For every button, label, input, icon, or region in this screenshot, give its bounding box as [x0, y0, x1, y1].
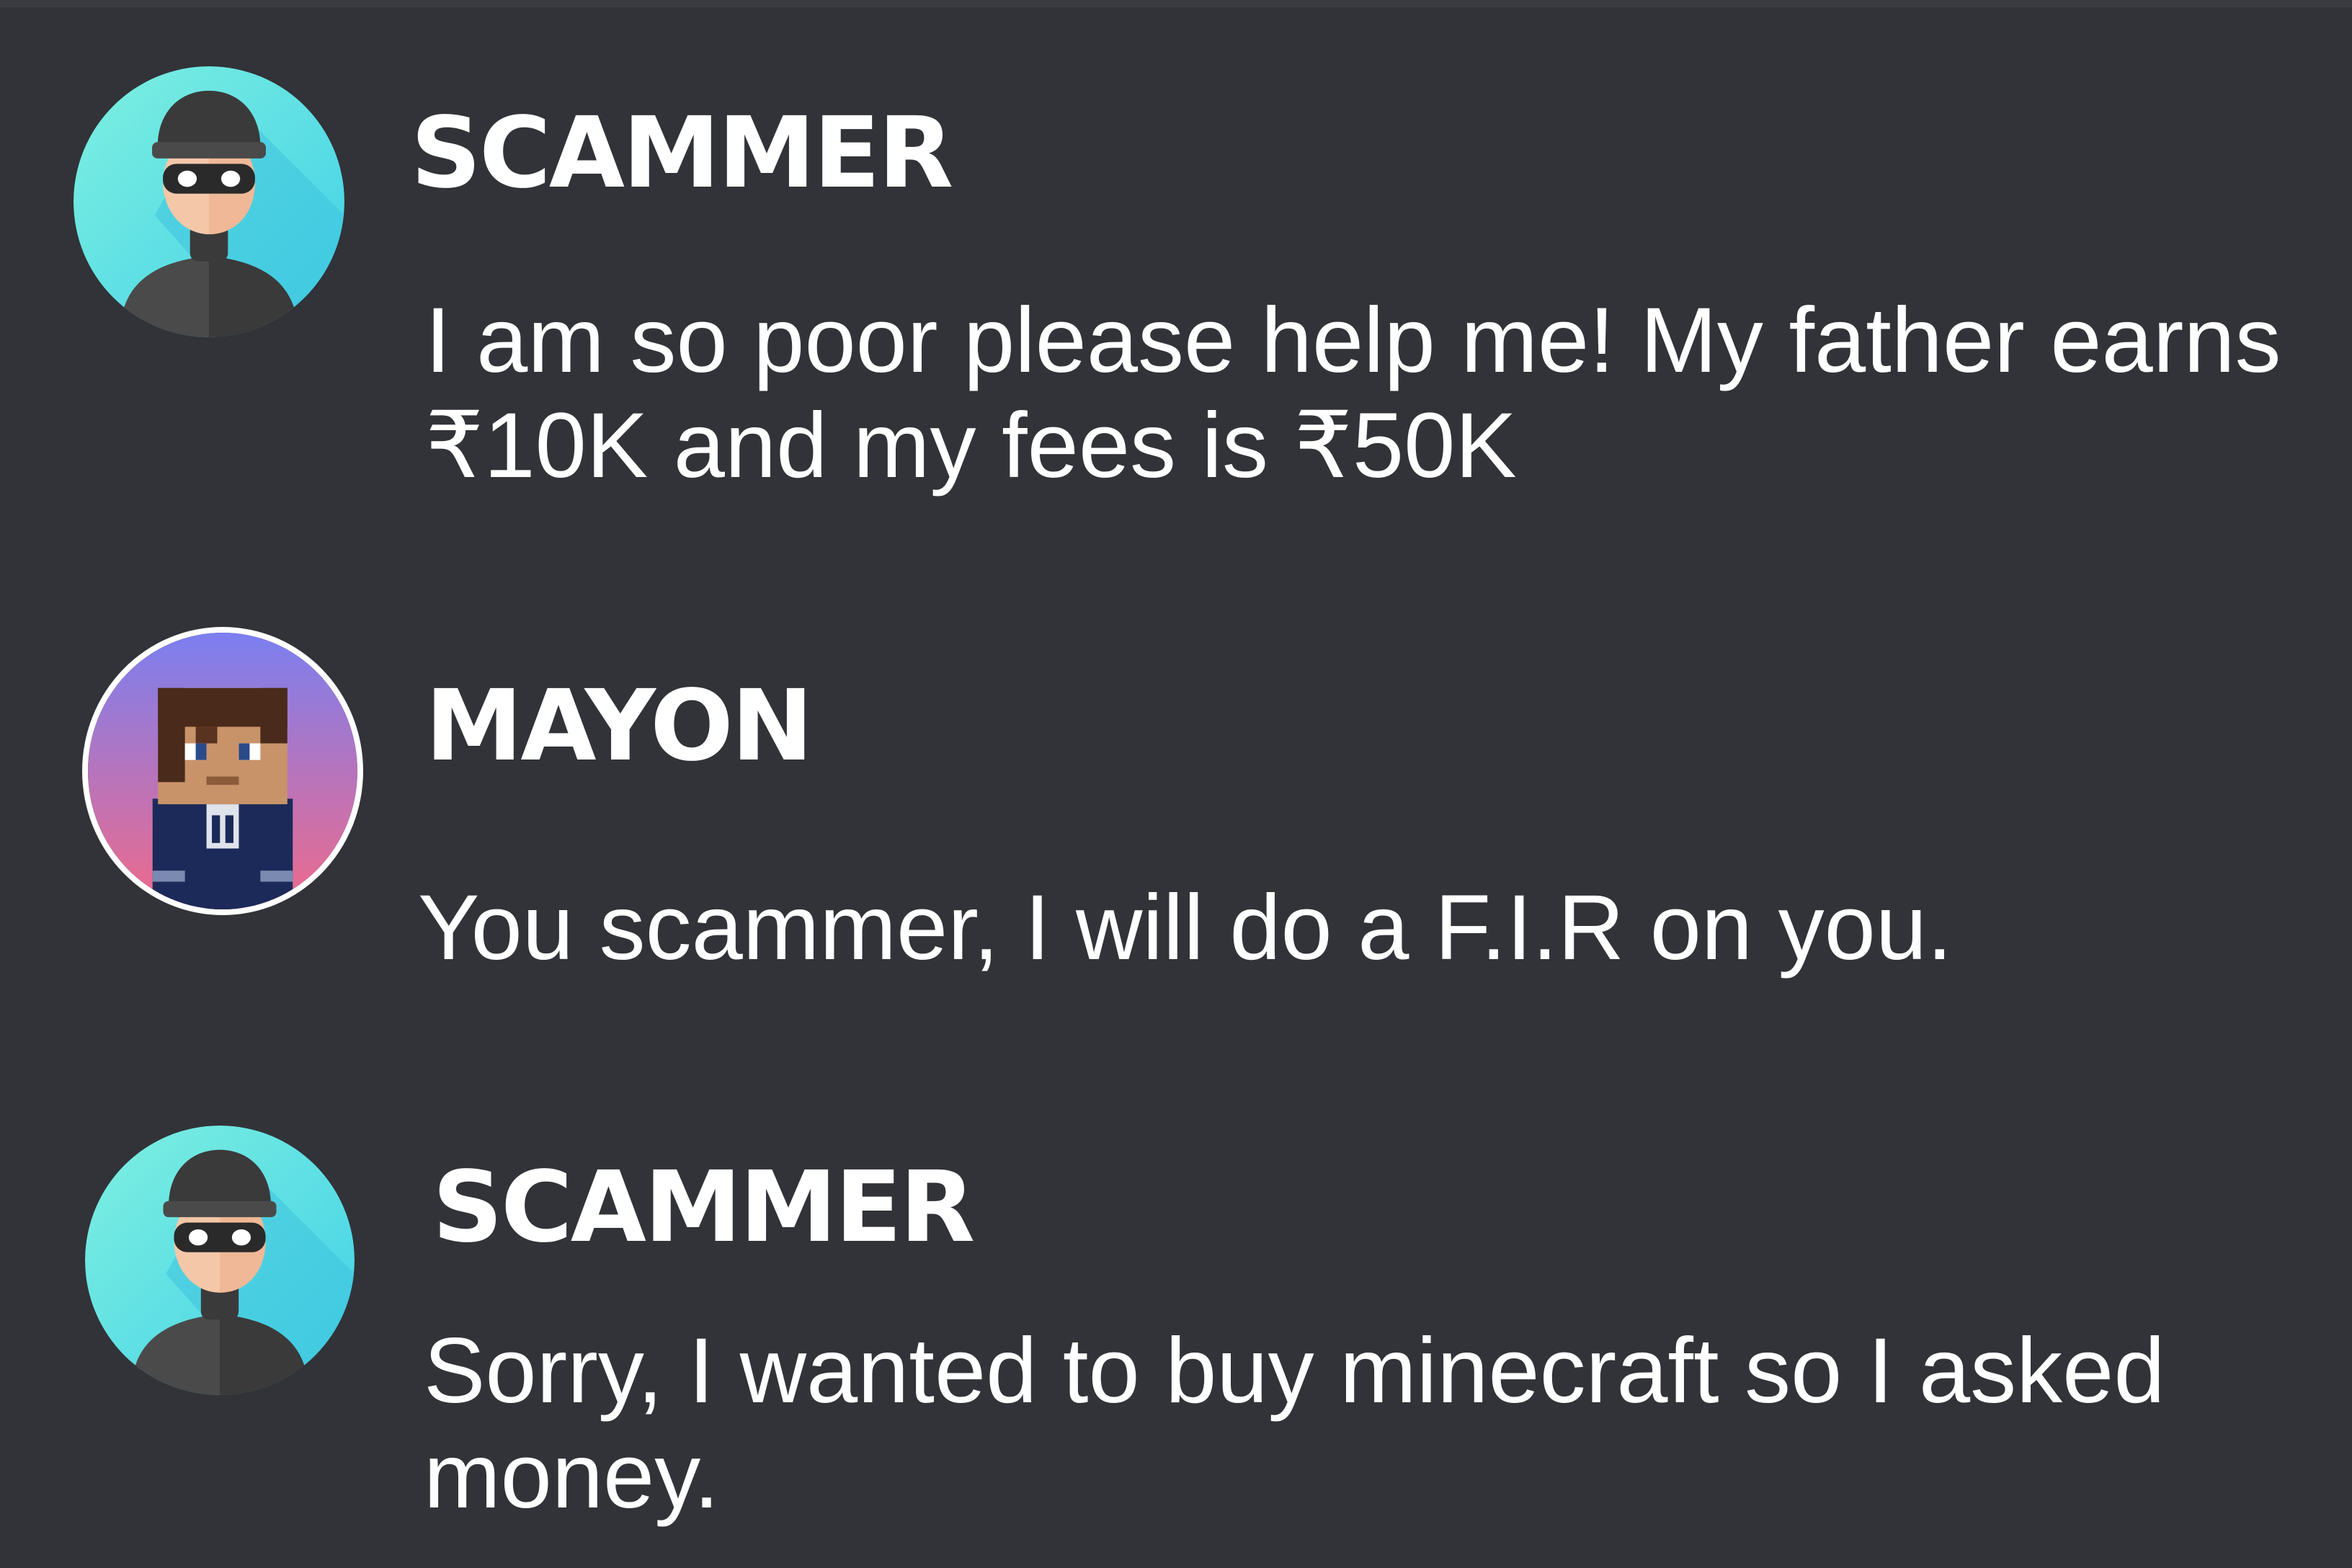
message-text: Sorry, I wanted to buy minecraft so I as… [424, 1319, 2165, 1528]
burglar-icon [85, 1126, 355, 1395]
burglar-icon [74, 66, 344, 337]
message-text: I am so poor please help me! My father e… [425, 289, 2281, 497]
minecraft-skin-icon [88, 633, 357, 909]
author-name[interactable]: MAYON [425, 677, 814, 775]
avatar[interactable] [85, 1126, 355, 1395]
top-divider [0, 0, 2352, 7]
avatar[interactable] [82, 627, 363, 915]
author-name[interactable]: SCAMMER [432, 1159, 975, 1257]
avatar[interactable] [74, 66, 344, 337]
message-text: You scammer, I will do a F.I.R on you. [418, 876, 1953, 979]
author-name[interactable]: SCAMMER [411, 104, 953, 202]
